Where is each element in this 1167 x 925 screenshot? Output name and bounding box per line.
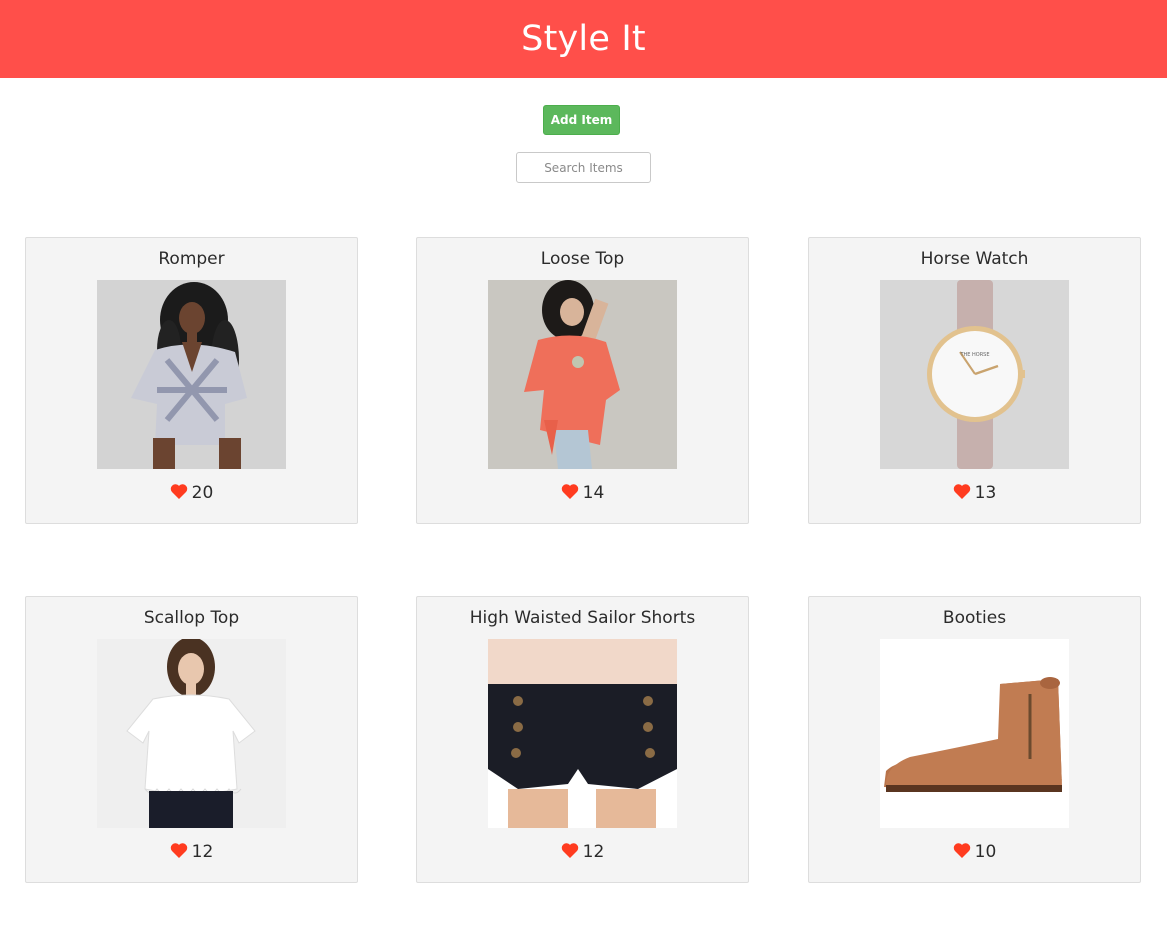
like-count: 14 [582, 483, 605, 503]
item-card-loose-top[interactable]: Loose Top 14 [416, 237, 749, 524]
heart-icon[interactable] [953, 483, 971, 500]
item-card-romper[interactable]: Romper 20 [25, 237, 358, 524]
app-title: Style It [521, 19, 646, 59]
like-count: 12 [191, 842, 214, 862]
svg-text:THE HORSE: THE HORSE [959, 352, 989, 358]
item-title: Booties [942, 608, 1007, 628]
item-card-sailor-shorts[interactable]: High Waisted Sailor Shorts 12 [416, 596, 749, 883]
item-image-loose-top [488, 280, 677, 469]
like-count: 10 [974, 842, 997, 862]
item-title: Romper [158, 249, 225, 269]
item-card-booties[interactable]: Booties 10 [808, 596, 1141, 883]
item-title: Horse Watch [920, 249, 1029, 269]
item-title: High Waisted Sailor Shorts [469, 608, 696, 628]
like-count: 12 [582, 842, 605, 862]
like-row: 10 [809, 840, 1140, 864]
like-row: 14 [417, 481, 748, 505]
item-image-scallop-top [97, 639, 286, 828]
item-card-horse-watch[interactable]: Horse Watch THE HORSE 13 [808, 237, 1141, 524]
like-row: 20 [26, 481, 357, 505]
item-image-horse-watch: THE HORSE [880, 280, 1069, 469]
search-input[interactable] [516, 152, 651, 183]
like-row: 12 [26, 840, 357, 864]
add-item-button[interactable]: Add Item [543, 105, 620, 135]
like-row: 12 [417, 840, 748, 864]
app-header: Style It [0, 0, 1167, 78]
item-card-scallop-top[interactable]: Scallop Top 12 [25, 596, 358, 883]
heart-icon[interactable] [170, 842, 188, 859]
item-title: Scallop Top [143, 608, 240, 628]
heart-icon[interactable] [561, 483, 579, 500]
like-count: 13 [974, 483, 997, 503]
item-image-booties [880, 639, 1069, 828]
item-title: Loose Top [540, 249, 625, 269]
like-row: 13 [809, 481, 1140, 505]
item-image-sailor-shorts [488, 639, 677, 828]
heart-icon[interactable] [170, 483, 188, 500]
heart-icon[interactable] [561, 842, 579, 859]
like-count: 20 [191, 483, 214, 503]
heart-icon[interactable] [953, 842, 971, 859]
item-image-romper [97, 280, 286, 469]
